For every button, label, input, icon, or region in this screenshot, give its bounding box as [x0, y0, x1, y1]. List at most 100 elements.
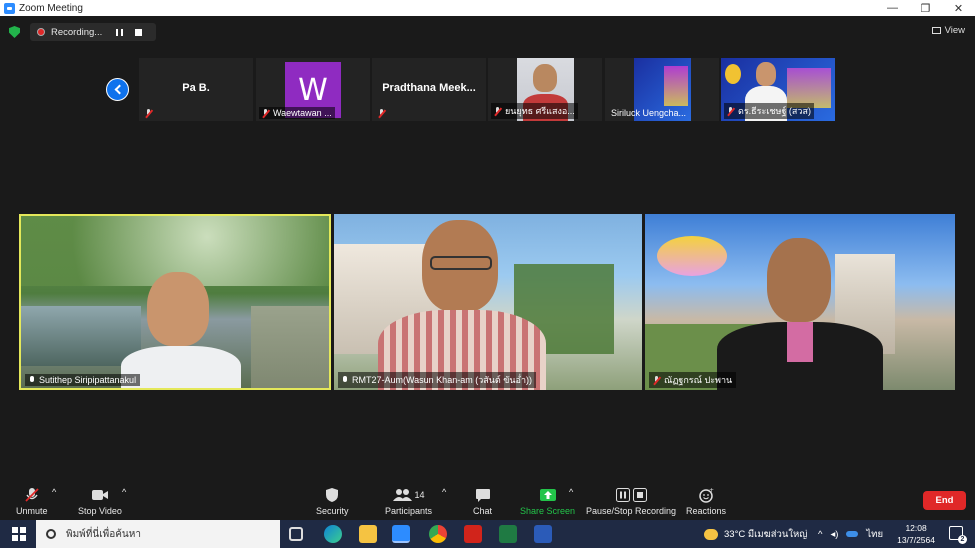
stop-video-label: Stop Video — [78, 506, 122, 516]
mic-muted-icon — [653, 375, 660, 385]
stop-video-button[interactable]: Stop Video — [78, 487, 122, 516]
mic-muted-icon — [145, 109, 152, 118]
stop-icon — [632, 488, 647, 502]
excel-icon[interactable] — [499, 525, 517, 543]
previous-page-button[interactable] — [106, 78, 129, 101]
participant-tile[interactable]: ณัฏฐกรณ์ ปะพาน — [645, 214, 955, 390]
tray-chevron-up-icon[interactable]: ^ — [818, 529, 822, 540]
participant-thumbnail[interactable]: Pradthana Meek... — [372, 58, 486, 121]
participant-name: ณัฏฐกรณ์ ปะพาน — [664, 375, 733, 385]
mic-muted-icon — [262, 108, 269, 118]
participant-tile-active-speaker[interactable]: Sutithep Siripipattanakul — [19, 214, 331, 390]
taskbar-search-input[interactable]: พิมพ์ที่นี่เพื่อค้นหา — [36, 520, 280, 548]
participant-thumbnail[interactable]: ดร.ธีระเชษฐ์ (สวส) — [721, 58, 835, 121]
view-button[interactable]: View — [931, 25, 965, 36]
mic-muted-icon — [494, 106, 501, 116]
smiley-plus-icon: + — [698, 487, 714, 503]
pause-stop-recording-label: Pause/Stop Recording — [586, 506, 677, 516]
onedrive-cloud-icon[interactable] — [846, 531, 859, 537]
security-label: Security — [316, 506, 349, 516]
word-icon[interactable] — [534, 525, 552, 543]
video-camera-icon — [91, 487, 109, 503]
security-button[interactable]: Security — [316, 487, 349, 516]
notification-count-badge: 2 — [958, 535, 967, 544]
participant-name: Pradthana Meek... — [382, 82, 476, 94]
edge-browser-icon[interactable] — [324, 525, 342, 543]
file-explorer-icon[interactable] — [359, 525, 377, 543]
taskbar-clock[interactable]: 12:08 13/7/2564 — [897, 522, 935, 546]
pause-stop-recording-button[interactable]: Pause/Stop Recording — [586, 487, 676, 516]
participant-video — [645, 214, 955, 390]
recording-dot-icon — [37, 28, 45, 36]
weather-widget[interactable]: 33°C มีเมฆส่วนใหญ่ — [704, 520, 807, 548]
reactions-label: Reactions — [686, 506, 727, 516]
pause-recording-icon[interactable] — [116, 28, 124, 36]
share-screen-button[interactable]: Share Screen — [520, 487, 575, 516]
mic-muted-icon — [727, 106, 734, 116]
stop-recording-icon[interactable] — [135, 28, 143, 36]
participants-options-chevron-icon[interactable]: ^ — [442, 487, 446, 497]
chrome-browser-icon[interactable] — [429, 525, 447, 543]
participant-thumbnail[interactable]: W Waewtawan ... — [256, 58, 370, 121]
acrobat-reader-icon[interactable] — [464, 525, 482, 543]
windows-taskbar: พิมพ์ที่นี่เพื่อค้นหา 33°C มีเมฆส่วนใหญ่… — [0, 520, 975, 548]
search-icon — [46, 529, 56, 539]
share-options-chevron-icon[interactable]: ^ — [569, 487, 573, 497]
chat-label: Chat — [473, 506, 493, 516]
svg-text:+: + — [709, 487, 714, 494]
system-tray: ^ ◂) ไทย — [818, 520, 883, 548]
meeting-toolbar: Unmute ^ Stop Video ^ Security 14 Partic… — [0, 483, 975, 520]
input-language[interactable]: ไทย — [866, 527, 883, 542]
task-view-icon[interactable] — [289, 527, 303, 541]
participants-icon — [392, 489, 412, 501]
participant-thumbnail[interactable]: Pa B. — [139, 58, 253, 121]
participant-name: Waewtawan ... — [273, 108, 332, 118]
close-button[interactable]: ✕ — [942, 2, 975, 15]
participant-name: Siriluck Uengcha... — [611, 108, 687, 118]
mic-muted-icon — [24, 487, 40, 503]
participants-count-badge: 14 — [414, 490, 425, 500]
participant-name: ยนยุทธ ศรีแสงอ... — [505, 106, 575, 116]
meeting-area: Recording... View Pa B. W Waewtawan ... … — [0, 16, 975, 483]
mic-icon — [29, 375, 35, 385]
participants-label: Participants — [385, 506, 433, 516]
chat-bubble-icon — [475, 487, 491, 503]
reactions-button[interactable]: + Reactions — [686, 487, 726, 516]
participant-video — [334, 214, 642, 390]
participant-thumbnail[interactable]: Siriluck Uengcha... — [605, 58, 719, 121]
window-controls: — ❐ ✕ — [876, 2, 975, 15]
unmute-button[interactable]: Unmute — [16, 487, 48, 516]
end-meeting-button[interactable]: End — [923, 491, 966, 510]
participant-name: ดร.ธีระเชษฐ์ (สวส) — [738, 106, 811, 116]
recording-indicator: Recording... — [30, 23, 156, 41]
share-screen-label: Share Screen — [520, 506, 576, 516]
recording-label: Recording... — [51, 26, 103, 38]
window-titlebar: Zoom Meeting — ❐ ✕ — [0, 0, 975, 16]
pause-icon — [615, 488, 630, 502]
speaker-icon[interactable]: ◂) — [830, 529, 838, 540]
mic-icon — [342, 375, 348, 385]
windows-start-icon[interactable] — [12, 527, 26, 541]
participant-tile[interactable]: RMT27-Aum(Wasun Khan-am (วสันต์ ขันอ่ำ)) — [334, 214, 642, 390]
chat-button[interactable]: Chat — [473, 487, 492, 516]
participant-name: Pa B. — [182, 82, 210, 94]
audio-options-chevron-icon[interactable]: ^ — [52, 487, 56, 497]
weather-cloud-sun-icon — [704, 528, 718, 540]
minimize-button[interactable]: — — [876, 2, 909, 15]
clock-date: 13/7/2564 — [897, 535, 935, 545]
shield-icon — [325, 487, 339, 503]
clock-time: 12:08 — [905, 523, 927, 533]
chevron-left-icon — [114, 84, 124, 95]
search-placeholder: พิมพ์ที่นี่เพื่อค้นหา — [66, 528, 141, 540]
encryption-shield-icon[interactable] — [9, 26, 20, 38]
participants-button[interactable]: 14 Participants — [385, 487, 432, 516]
participant-name: RMT27-Aum(Wasun Khan-am (วสันต์ ขันอ่ำ)) — [352, 375, 532, 385]
zoom-taskbar-icon[interactable] — [392, 525, 410, 543]
notification-center-icon[interactable]: 2 — [949, 526, 967, 544]
participant-name: Sutithep Siripipattanakul — [39, 375, 137, 385]
video-options-chevron-icon[interactable]: ^ — [122, 487, 126, 497]
restore-button[interactable]: ❐ — [909, 2, 942, 15]
unmute-label: Unmute — [16, 506, 48, 516]
zoom-app-icon — [4, 2, 15, 14]
participant-thumbnail[interactable]: ยนยุทธ ศรีแสงอ... — [488, 58, 602, 121]
